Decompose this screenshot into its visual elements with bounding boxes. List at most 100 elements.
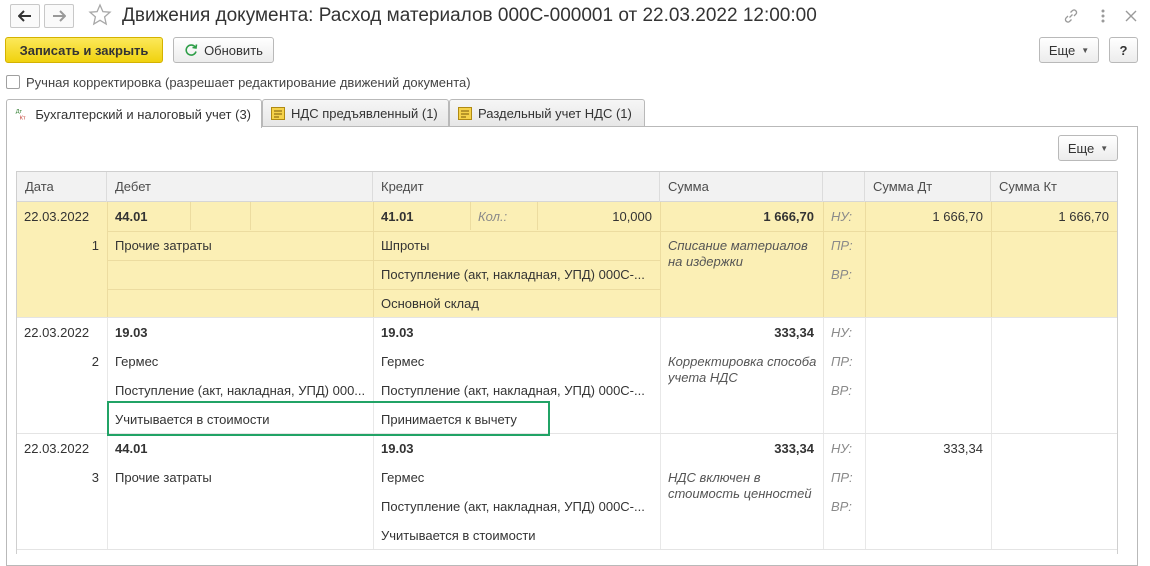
- column-divider: [823, 318, 824, 433]
- tax-nu-label[interactable]: НУ:: [831, 318, 863, 347]
- entry-content[interactable]: Списание материалов на издержки: [668, 238, 818, 272]
- col-sum[interactable]: Сумма: [660, 172, 823, 202]
- tax-vr-label[interactable]: ВР:: [831, 260, 863, 289]
- table-row[interactable]: 22.03.2022 1 44.01 Прочие затраты 41.01 Кол.:…: [17, 202, 1117, 318]
- debit-credit-icon: Дт Кт: [16, 109, 26, 122]
- more-vertical-icon[interactable]: [1093, 6, 1113, 26]
- credit-subconto[interactable]: Поступление (акт, накладная, УПД) 000С-.…: [381, 492, 656, 521]
- table-row[interactable]: 22.03.2022 3 44.01 Прочие затраты 19.03 Герме…: [17, 434, 1117, 550]
- title-bar: Движения документа: Расход материалов 00…: [0, 0, 1150, 34]
- credit-subconto[interactable]: Гермес: [381, 463, 656, 492]
- column-divider: [660, 434, 661, 549]
- manual-correction-label: Ручная корректировка (разрешает редактир…: [26, 74, 471, 90]
- col-sum-dt[interactable]: Сумма Дт: [865, 172, 991, 202]
- tax-pr-label[interactable]: ПР:: [831, 347, 863, 376]
- entry-number[interactable]: 2: [17, 347, 99, 376]
- close-icon[interactable]: [1121, 6, 1141, 26]
- entry-content[interactable]: Корректировка способа учета НДС: [668, 354, 818, 388]
- quantity-label[interactable]: Кол.:: [478, 202, 538, 231]
- link-icon[interactable]: [1061, 6, 1081, 26]
- highlight-frame: [107, 401, 550, 436]
- tab-vat-presented-label: НДС предъявленный (1): [291, 106, 438, 121]
- debit-account[interactable]: 19.03: [115, 318, 365, 347]
- credit-subconto[interactable]: Гермес: [381, 347, 656, 376]
- tab-separate-vat[interactable]: Раздельный учет НДС (1): [449, 99, 645, 127]
- subcell-divider: [991, 231, 992, 288]
- more-label: Еще: [1048, 42, 1076, 58]
- column-divider: [660, 318, 661, 433]
- manual-correction: Ручная корректировка (разрешает редактир…: [6, 73, 471, 91]
- column-divider: [865, 318, 866, 433]
- debit-subconto[interactable]: Прочие затраты: [115, 463, 367, 492]
- back-button[interactable]: [10, 4, 40, 28]
- col-sum-kt[interactable]: Сумма Кт: [991, 172, 1117, 202]
- favorite-star-icon[interactable]: [88, 3, 112, 27]
- column-divider: [823, 202, 824, 317]
- entry-date[interactable]: 22.03.2022: [24, 202, 104, 231]
- debit-account[interactable]: 44.01: [115, 202, 365, 231]
- tab-vat-presented[interactable]: НДС предъявленный (1): [262, 99, 449, 127]
- column-divider: [991, 434, 992, 549]
- column-divider: [991, 318, 992, 433]
- credit-account[interactable]: 19.03: [381, 318, 461, 347]
- refresh-button[interactable]: Обновить: [173, 37, 274, 63]
- quantity-value[interactable]: 10,000: [542, 202, 652, 231]
- debit-subconto[interactable]: Гермес: [115, 347, 367, 376]
- save-and-close-button[interactable]: Записать и закрыть: [5, 37, 163, 63]
- credit-subconto[interactable]: Основной склад: [381, 289, 656, 318]
- col-date[interactable]: Дата: [17, 172, 107, 202]
- register-icon: [271, 107, 285, 120]
- arrow-right-icon: [53, 10, 66, 22]
- col-tax-kind[interactable]: [823, 172, 865, 202]
- subcell-divider: [470, 202, 471, 230]
- dropdown-caret-icon: ▼: [1100, 143, 1109, 153]
- entry-sum[interactable]: 333,34: [667, 434, 814, 463]
- tax-nu-label[interactable]: НУ:: [831, 202, 863, 231]
- command-bar: Записать и закрыть Обновить Еще ▼ ?: [0, 36, 1150, 66]
- debit-account[interactable]: 44.01: [115, 434, 365, 463]
- postings-table: Дата Дебет Кредит Сумма Сумма Дт Сумма К…: [16, 171, 1118, 550]
- debit-subconto[interactable]: Прочие затраты: [115, 231, 367, 260]
- column-divider: [107, 434, 108, 549]
- tax-vr-label[interactable]: ВР:: [831, 492, 863, 521]
- tax-vr-label[interactable]: ВР:: [831, 376, 863, 405]
- entry-number[interactable]: 1: [17, 231, 99, 260]
- sum-dt-value[interactable]: 333,34: [867, 434, 983, 463]
- credit-subconto[interactable]: Поступление (акт, накладная, УПД) 000С-.…: [381, 260, 656, 289]
- column-divider: [373, 434, 374, 549]
- entry-date[interactable]: 22.03.2022: [24, 318, 104, 347]
- tab-accounting-label: Бухгалтерский и налоговый учет (3): [35, 106, 251, 122]
- entry-number[interactable]: 3: [17, 463, 99, 492]
- tax-pr-label[interactable]: ПР:: [831, 231, 863, 260]
- table-more-label: Еще: [1067, 140, 1095, 156]
- manual-correction-checkbox[interactable]: [6, 75, 20, 89]
- tab-accounting[interactable]: Дт Кт Бухгалтерский и налоговый учет (3): [6, 99, 262, 128]
- entry-sum[interactable]: 333,34: [667, 318, 814, 347]
- entry-date[interactable]: 22.03.2022: [24, 434, 104, 463]
- tax-nu-label[interactable]: НУ:: [831, 434, 863, 463]
- credit-subconto[interactable]: Шпроты: [381, 231, 656, 260]
- sum-kt-value[interactable]: 1 666,70: [993, 202, 1109, 231]
- credit-account[interactable]: 41.01: [381, 202, 461, 231]
- col-debit[interactable]: Дебет: [107, 172, 373, 202]
- more-actions-button[interactable]: Еще ▼: [1039, 37, 1099, 63]
- sum-dt-value[interactable]: 1 666,70: [867, 202, 983, 231]
- refresh-icon: [185, 44, 198, 56]
- column-divider: [865, 434, 866, 549]
- svg-text:Кт: Кт: [20, 116, 26, 122]
- column-divider: [823, 434, 824, 549]
- col-credit[interactable]: Кредит: [373, 172, 660, 202]
- table-header: Дата Дебет Кредит Сумма Сумма Дт Сумма К…: [17, 172, 1117, 202]
- help-button[interactable]: ?: [1109, 37, 1138, 63]
- tab-separate-vat-label: Раздельный учет НДС (1): [478, 106, 632, 121]
- forward-button[interactable]: [44, 4, 74, 28]
- entry-sum[interactable]: 1 666,70: [667, 202, 814, 231]
- credit-account[interactable]: 19.03: [381, 434, 461, 463]
- subcell-divider: [865, 231, 866, 288]
- table-body: 22.03.2022 1 44.01 Прочие затраты 41.01 Кол.:…: [17, 202, 1117, 550]
- table-more-button[interactable]: Еще ▼: [1058, 135, 1118, 161]
- entry-content[interactable]: НДС включен в стоимость ценностей: [668, 470, 818, 504]
- credit-subconto[interactable]: Учитывается в стоимости: [381, 521, 656, 550]
- dropdown-caret-icon: ▼: [1081, 45, 1090, 55]
- tax-pr-label[interactable]: ПР:: [831, 463, 863, 492]
